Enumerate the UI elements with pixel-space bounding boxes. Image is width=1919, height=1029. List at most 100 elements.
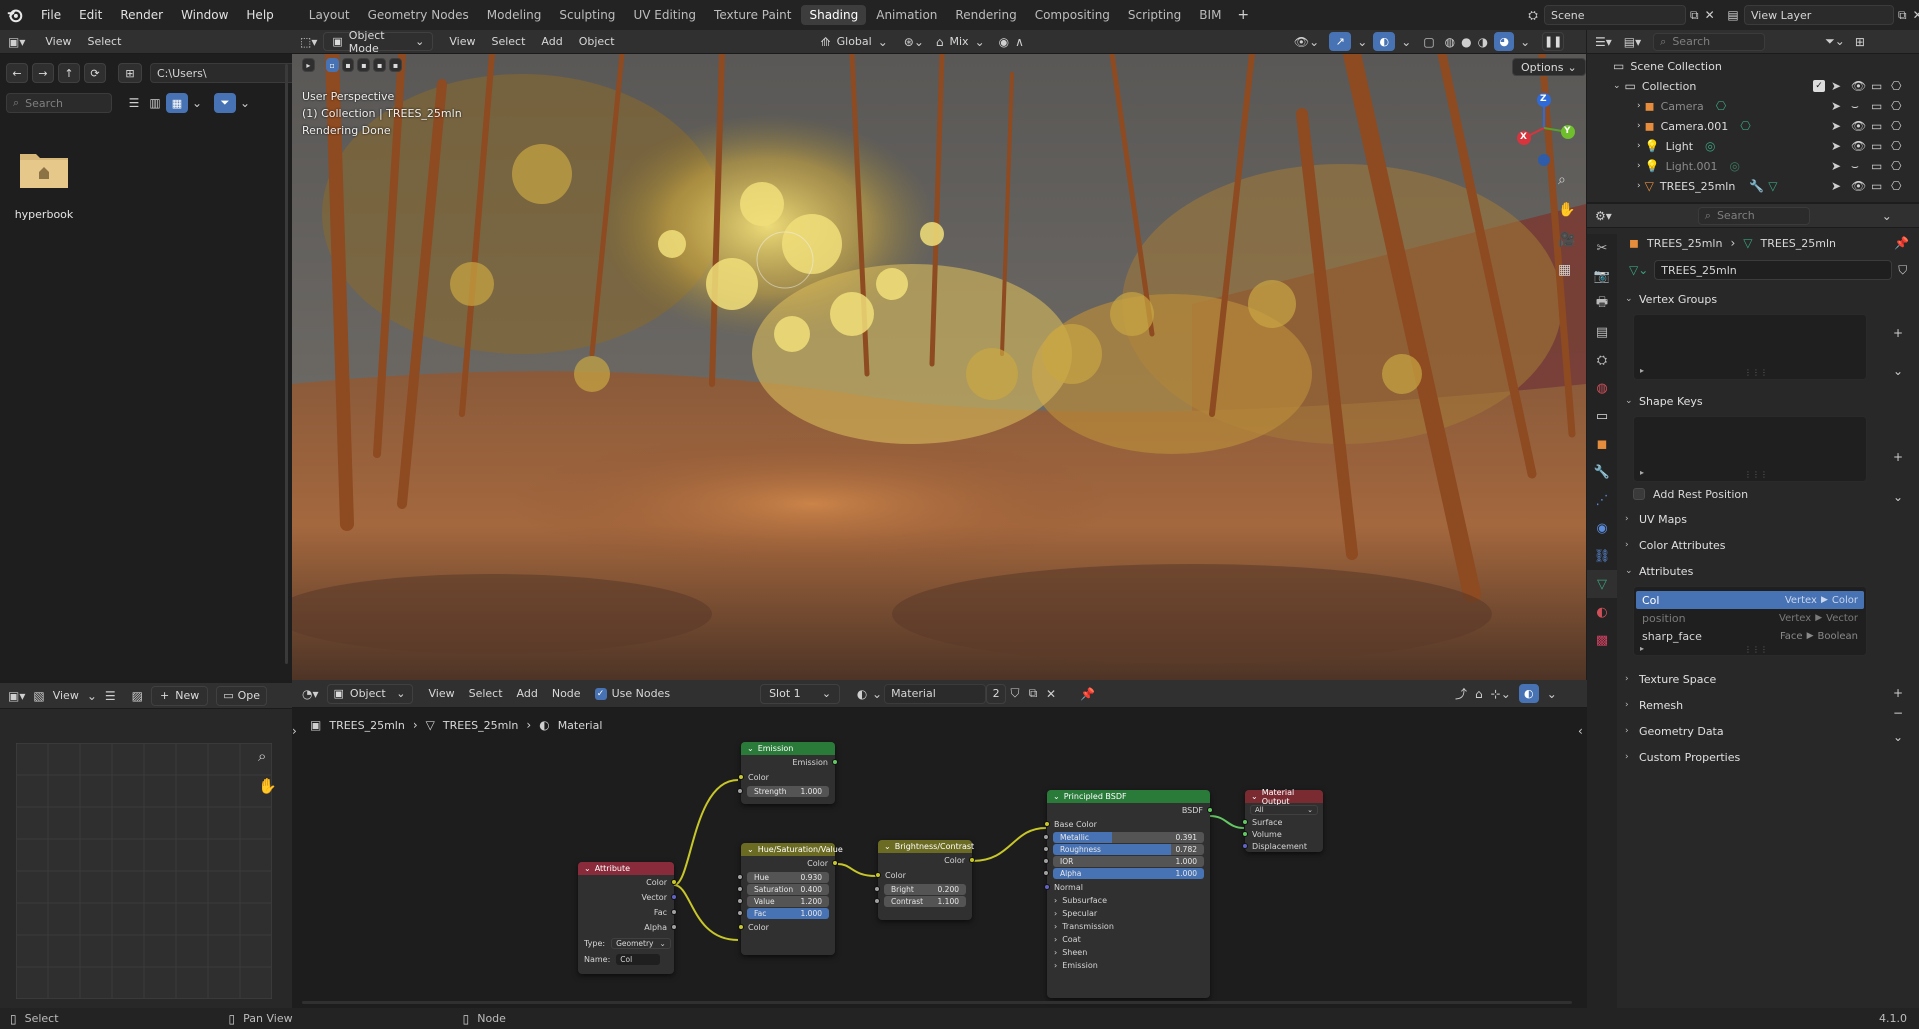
pan-hand-icon[interactable]: ✋ bbox=[1558, 202, 1575, 218]
roughness-slider[interactable]: Roughness 0.782 bbox=[1043, 844, 1204, 855]
contrast-socket[interactable] bbox=[874, 898, 880, 904]
add-rest-position-checkbox[interactable] bbox=[1633, 488, 1645, 500]
vp-select-menu[interactable]: Select bbox=[491, 35, 525, 48]
shape-keys-panel-header[interactable]: ⌄ Shape Keys bbox=[1617, 388, 1919, 414]
render-camera-icon[interactable]: ⎔ bbox=[1891, 139, 1901, 153]
output-node-header[interactable]: ⌄ Material Output bbox=[1245, 788, 1323, 806]
eye-closed-icon[interactable]: ⌣ bbox=[1851, 159, 1859, 174]
tab-bim[interactable]: BIM bbox=[1191, 5, 1229, 25]
scene-tab-icon[interactable]: ⛭ bbox=[1587, 346, 1617, 374]
selectable-icon[interactable]: ➤ bbox=[1831, 179, 1841, 193]
hsv-color-socket[interactable] bbox=[738, 924, 744, 930]
chevron-down-icon[interactable]: ⌄ bbox=[1357, 35, 1367, 49]
proportional-edit-icon[interactable]: ◉ bbox=[999, 35, 1009, 49]
attributes-panel-header[interactable]: ⌄ Attributes bbox=[1617, 558, 1919, 584]
constraints-tab-icon[interactable]: ⛓ bbox=[1587, 542, 1617, 570]
material-tab-icon[interactable]: ◐ bbox=[1587, 598, 1617, 626]
pivot-icon[interactable]: ⊛⌄ bbox=[904, 35, 924, 49]
chevron-right-icon[interactable]: › bbox=[1637, 121, 1641, 131]
select-extend-icon[interactable]: ▪ bbox=[341, 58, 355, 72]
list-horizontal-icon[interactable]: ▥ bbox=[144, 96, 166, 110]
shape-key-menu-icon[interactable]: ⌄ bbox=[1893, 490, 1903, 504]
render-camera-icon[interactable]: ⎔ bbox=[1891, 99, 1901, 113]
color-attributes-panel-header[interactable]: › Color Attributes bbox=[1617, 532, 1919, 558]
rendered-shading-icon[interactable]: ◕ bbox=[1494, 32, 1515, 51]
falloff-icon[interactable]: ∧ bbox=[1015, 35, 1024, 49]
tab-compositing[interactable]: Compositing bbox=[1027, 5, 1118, 25]
outliner-row-camera-001[interactable]: › ◼ Camera.001 ⎔ ➤ 👁 ▭ ⎔ bbox=[1587, 116, 1919, 136]
snap-mode-label[interactable]: Mix bbox=[950, 35, 969, 48]
fac-socket[interactable] bbox=[737, 910, 743, 916]
tab-shading[interactable]: Shading bbox=[801, 5, 867, 25]
chevron-down-icon[interactable]: ⌄ bbox=[1882, 209, 1892, 223]
list-vertical-icon[interactable]: ☰ bbox=[124, 96, 144, 110]
metallic-slider[interactable]: Metallic 0.391 bbox=[1043, 832, 1204, 843]
add-vertex-group-icon[interactable]: + bbox=[1893, 326, 1903, 340]
toolbar-toggle-icon[interactable]: ▸ bbox=[302, 58, 315, 72]
volume-socket[interactable] bbox=[1242, 831, 1248, 837]
alpha-slider[interactable]: Alpha 1.000 bbox=[1043, 868, 1204, 879]
select-new-icon[interactable]: ▫ bbox=[325, 58, 339, 72]
menu-render[interactable]: Render bbox=[111, 8, 172, 22]
resize-grip-icon[interactable]: ⋮⋮⋮ bbox=[1744, 368, 1768, 377]
tab-animation[interactable]: Animation bbox=[868, 5, 945, 25]
vp-view-menu[interactable]: View bbox=[449, 35, 475, 48]
outliner-row-light[interactable]: › 💡 Light ◎ ➤ 👁 ▭ ⎔ bbox=[1587, 136, 1919, 156]
view-layer-selector[interactable]: ▤ View Layer ⧉ ✕ bbox=[1722, 4, 1919, 26]
new-scene-icon[interactable]: ⧉ bbox=[1690, 8, 1699, 23]
hsv-hue-slider[interactable]: Hue 0.930 bbox=[737, 872, 829, 883]
vertex-groups-panel-header[interactable]: ⌄ Vertex Groups bbox=[1617, 286, 1919, 312]
emission-strength-slider[interactable]: Strength 1.000 bbox=[737, 786, 829, 797]
hsv-node-header[interactable]: ⌄ Hue/Saturation/Value bbox=[741, 843, 843, 856]
render-camera-icon[interactable]: ⎔ bbox=[1891, 179, 1901, 193]
fake-user-shield-icon[interactable]: ⛉ bbox=[1898, 263, 1907, 278]
zoom-icon[interactable]: ⌕ bbox=[258, 747, 266, 765]
specular-panel[interactable]: › Specular bbox=[1047, 907, 1210, 920]
selectable-icon[interactable]: ➤ bbox=[1831, 99, 1841, 113]
editor-type-icon[interactable]: ⬚▾ bbox=[300, 35, 317, 49]
physics-tab-icon[interactable]: ◉ bbox=[1587, 514, 1617, 542]
new-image-button[interactable]: + New bbox=[151, 685, 209, 706]
render-camera-icon[interactable]: ⎔ bbox=[1891, 159, 1901, 173]
uv-view-menu[interactable]: View bbox=[53, 689, 79, 702]
strength-socket[interactable] bbox=[737, 788, 743, 794]
view-dropdown-icon[interactable]: ⌄ bbox=[87, 689, 97, 703]
view-layer-tab-icon[interactable]: ▤ bbox=[1587, 318, 1617, 346]
tab-sculpting[interactable]: Sculpting bbox=[551, 5, 623, 25]
brightness-contrast-node[interactable]: ⌄ Brightness/Contrast Color Color Bright… bbox=[874, 840, 975, 920]
options-button[interactable]: Options ⌄ bbox=[1512, 58, 1586, 76]
add-shape-key-icon[interactable]: + bbox=[1893, 450, 1903, 464]
geometry-data-panel-header[interactable]: › Geometry Data bbox=[1617, 718, 1919, 744]
bc-contrast-slider[interactable]: Contrast 1.100 bbox=[874, 896, 966, 907]
value-socket[interactable] bbox=[737, 898, 743, 904]
solid-shading-icon[interactable]: ● bbox=[1461, 35, 1471, 49]
roughness-socket[interactable] bbox=[1043, 846, 1049, 852]
attribute-node-header[interactable]: ⌄ Attribute bbox=[578, 862, 674, 875]
attribute-fac-socket[interactable] bbox=[671, 909, 677, 915]
bsdf-node-header[interactable]: ⌄ Principled BSDF bbox=[1047, 790, 1210, 803]
pan-hand-icon[interactable]: ✋ bbox=[258, 777, 277, 795]
thumbnails-icon[interactable]: ▦ bbox=[166, 93, 188, 113]
base-color-socket[interactable] bbox=[1044, 821, 1050, 827]
selectable-icon[interactable]: ➤ bbox=[1831, 79, 1841, 93]
tab-rendering[interactable]: Rendering bbox=[947, 5, 1024, 25]
render-camera-icon[interactable]: ⎔ bbox=[1891, 119, 1901, 133]
monitor-icon[interactable]: ▭ bbox=[1871, 79, 1882, 93]
bc-node-header[interactable]: ⌄ Brightness/Contrast bbox=[878, 840, 974, 853]
pin-icon[interactable]: 📌 bbox=[1894, 236, 1909, 250]
monitor-icon[interactable]: ▭ bbox=[1871, 179, 1882, 193]
list-expand-icon[interactable]: ▸ bbox=[1640, 366, 1644, 375]
eye-icon[interactable]: 👁 bbox=[1851, 179, 1866, 193]
mesh-browse-icon[interactable]: ▽⌄ bbox=[1629, 263, 1648, 277]
bc-output-socket[interactable] bbox=[969, 857, 975, 863]
display-mode-icon[interactable]: ▤▾ bbox=[1624, 35, 1641, 49]
attributes-list[interactable]: Col Vertex ▶ Color position Vertex ▶ Vec… bbox=[1633, 586, 1867, 656]
editor-type-icon[interactable]: ⚙▾ bbox=[1595, 209, 1612, 223]
list-expand-icon[interactable]: ▸ bbox=[1640, 468, 1644, 477]
select-intersect-icon[interactable]: ▪ bbox=[389, 58, 402, 72]
eye-closed-icon[interactable]: ⌣ bbox=[1851, 99, 1859, 114]
filter-icon[interactable]: ⏷ bbox=[214, 93, 236, 113]
hsv-value-slider[interactable]: Value 1.200 bbox=[737, 896, 829, 907]
outliner-row-camera[interactable]: › ◼ Camera ⎔ ➤ ⌣ ▭ ⎔ bbox=[1587, 96, 1919, 116]
selectable-icon[interactable]: ➤ bbox=[1831, 139, 1841, 153]
